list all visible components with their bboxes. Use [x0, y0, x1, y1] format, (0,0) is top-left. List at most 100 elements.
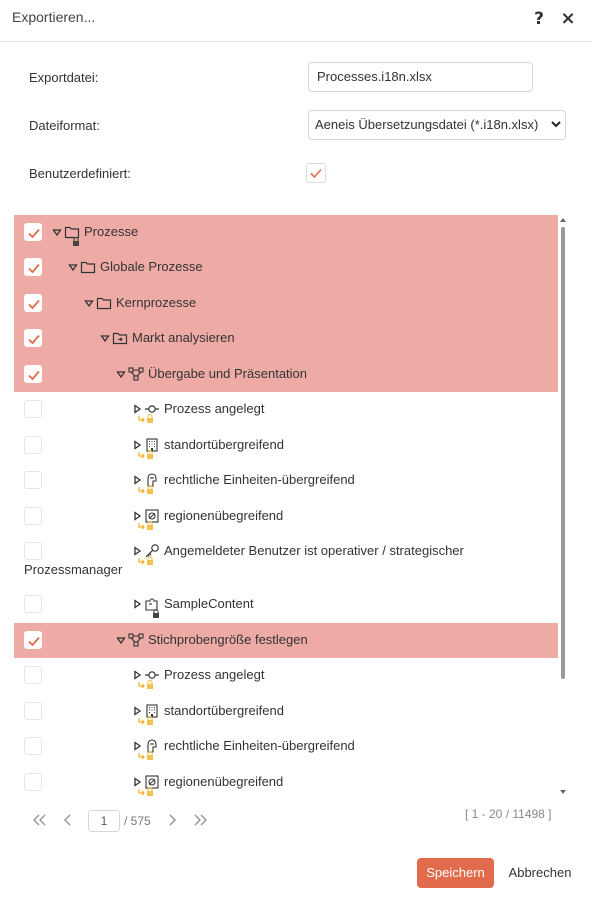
scroll-down-icon[interactable]	[559, 788, 567, 796]
row-checkbox[interactable]	[24, 666, 42, 684]
expand-toggle-icon[interactable]	[116, 635, 126, 645]
tree-row[interactable]: Stichprobengröße festlegen	[14, 623, 558, 658]
tree-row-label: rechtliche Einheiten-übergreifend	[164, 738, 355, 753]
tree-row-label: regionenübegreifend	[164, 508, 284, 523]
row-checkbox[interactable]	[24, 365, 42, 383]
collapse-toggle-icon[interactable]	[132, 511, 142, 521]
row-checkbox[interactable]	[24, 773, 42, 791]
format-select[interactable]: Aeneis Übersetzungsdatei (*.i18n.xlsx)	[308, 110, 566, 140]
collapse-toggle-icon[interactable]	[132, 404, 142, 414]
row-checkbox[interactable]	[24, 223, 42, 241]
dialog-titlebar: Exportieren... ? ×	[0, 0, 592, 42]
row-checkbox[interactable]	[24, 294, 42, 312]
tree-row[interactable]: Globale Prozesse	[14, 250, 558, 286]
collapse-toggle-icon[interactable]	[132, 546, 142, 556]
folder-icon	[96, 297, 112, 310]
row-checkbox[interactable]	[24, 507, 42, 525]
export-file-input[interactable]: Processes.i18n.xlsx	[308, 62, 533, 92]
tree-row[interactable]: Prozess angelegt	[14, 392, 558, 428]
cancel-button[interactable]: Abbrechen	[502, 858, 578, 888]
tree-row[interactable]: standortübergreifend	[14, 428, 558, 463]
tree-row-label: SampleContent	[164, 596, 254, 611]
tree-row-label: Prozess angelegt	[164, 667, 265, 682]
expand-toggle-icon[interactable]	[68, 262, 78, 272]
tree-scrollbar[interactable]	[558, 215, 568, 798]
link-lock-icon	[138, 716, 153, 725]
next-page-icon[interactable]	[162, 810, 182, 830]
tree-row[interactable]: rechtliche Einheiten-übergreifend	[14, 463, 558, 499]
tree-row-label: Kernprozesse	[116, 295, 197, 310]
check-icon	[28, 228, 40, 239]
check-icon	[28, 263, 40, 274]
collapse-toggle-icon[interactable]	[132, 706, 142, 716]
tree-row-label: Stichprobengröße festlegen	[148, 632, 308, 647]
custom-checkbox[interactable]	[306, 163, 326, 183]
link-lock-icon	[138, 521, 153, 530]
lock-icon	[153, 609, 159, 618]
dialog-title: Exportieren...	[12, 9, 96, 25]
tree-row-label: Übergabe und Präsentation	[148, 366, 308, 381]
link-lock-icon	[138, 751, 153, 760]
export-tree: Prozesse Globale Prozesse Kernprozesse Mark…	[14, 215, 568, 798]
row-checkbox[interactable]	[24, 436, 42, 454]
row-checkbox[interactable]	[24, 631, 42, 649]
expand-toggle-icon[interactable]	[52, 227, 62, 237]
expand-toggle-icon[interactable]	[84, 298, 94, 308]
expand-toggle-icon[interactable]	[116, 369, 126, 379]
link-lock-icon	[138, 680, 153, 689]
collapse-toggle-icon[interactable]	[132, 599, 142, 609]
check-icon	[310, 168, 322, 179]
export-file-label: Exportdatei:	[29, 70, 99, 85]
tree-row[interactable]: regionenübegreifend	[14, 499, 558, 534]
chevron-down-icon	[551, 121, 561, 128]
tree-row-label: Markt analysieren	[132, 330, 235, 345]
tree-row[interactable]: SampleContent	[14, 587, 558, 623]
row-checkbox[interactable]	[24, 542, 42, 560]
collapse-toggle-icon[interactable]	[132, 670, 142, 680]
prev-page-icon[interactable]	[58, 810, 78, 830]
row-checkbox[interactable]	[24, 400, 42, 418]
page-number-input[interactable]: 1	[88, 810, 120, 832]
tree-row[interactable]: Prozess angelegt	[14, 658, 558, 694]
collapse-toggle-icon[interactable]	[132, 741, 142, 751]
tree-row-label: Prozess angelegt	[164, 401, 265, 416]
scroll-thumb[interactable]	[561, 227, 565, 679]
row-checkbox[interactable]	[24, 471, 42, 489]
link-lock-icon	[138, 450, 153, 459]
lock-icon	[73, 237, 79, 246]
row-checkbox[interactable]	[24, 702, 42, 720]
collapse-toggle-icon[interactable]	[132, 440, 142, 450]
tree-row[interactable]: Übergabe und Präsentation	[14, 357, 558, 392]
tree-row[interactable]: regionenübegreifend	[14, 765, 558, 798]
tree-row[interactable]: standortübergreifend	[14, 694, 558, 729]
result-range: [ 1 - 20 / 11498 ]	[465, 807, 552, 821]
collapse-toggle-icon[interactable]	[132, 777, 142, 787]
row-checkbox[interactable]	[24, 595, 42, 613]
save-button[interactable]: Speichern	[417, 858, 494, 888]
tree-row[interactable]: Kernprozesse	[14, 286, 558, 321]
row-checkbox[interactable]	[24, 737, 42, 755]
tree-row[interactable]: Angemeldeter Benutzer ist operativer / s…	[14, 534, 558, 587]
tree-row[interactable]: rechtliche Einheiten-übergreifend	[14, 729, 558, 765]
tree-row-label: Angemeldeter Benutzer ist operativer / s…	[164, 543, 464, 558]
expand-toggle-icon[interactable]	[100, 333, 110, 343]
tree-row-label-cont: Prozessmanager	[24, 562, 123, 577]
link-lock-icon	[138, 485, 153, 494]
tree-row-label: Globale Prozesse	[100, 259, 203, 274]
folder-icon	[80, 261, 96, 274]
first-page-icon[interactable]	[30, 810, 50, 830]
link-lock-icon	[138, 787, 153, 796]
scroll-up-icon[interactable]	[559, 216, 567, 224]
help-icon[interactable]: ?	[529, 8, 549, 30]
row-checkbox[interactable]	[24, 258, 42, 276]
tree-row[interactable]: Prozesse	[14, 215, 558, 250]
last-page-icon[interactable]	[190, 810, 210, 830]
format-select-value: Aeneis Übersetzungsdatei (*.i18n.xlsx)	[315, 117, 539, 132]
close-icon[interactable]: ×	[558, 8, 578, 30]
format-label: Dateiformat:	[29, 118, 100, 133]
collapse-toggle-icon[interactable]	[132, 475, 142, 485]
row-checkbox[interactable]	[24, 329, 42, 347]
tree-row-label: standortübergreifend	[164, 703, 284, 718]
tree-row[interactable]: Markt analysieren	[14, 321, 558, 357]
tree-row-label: rechtliche Einheiten-übergreifend	[164, 472, 355, 487]
